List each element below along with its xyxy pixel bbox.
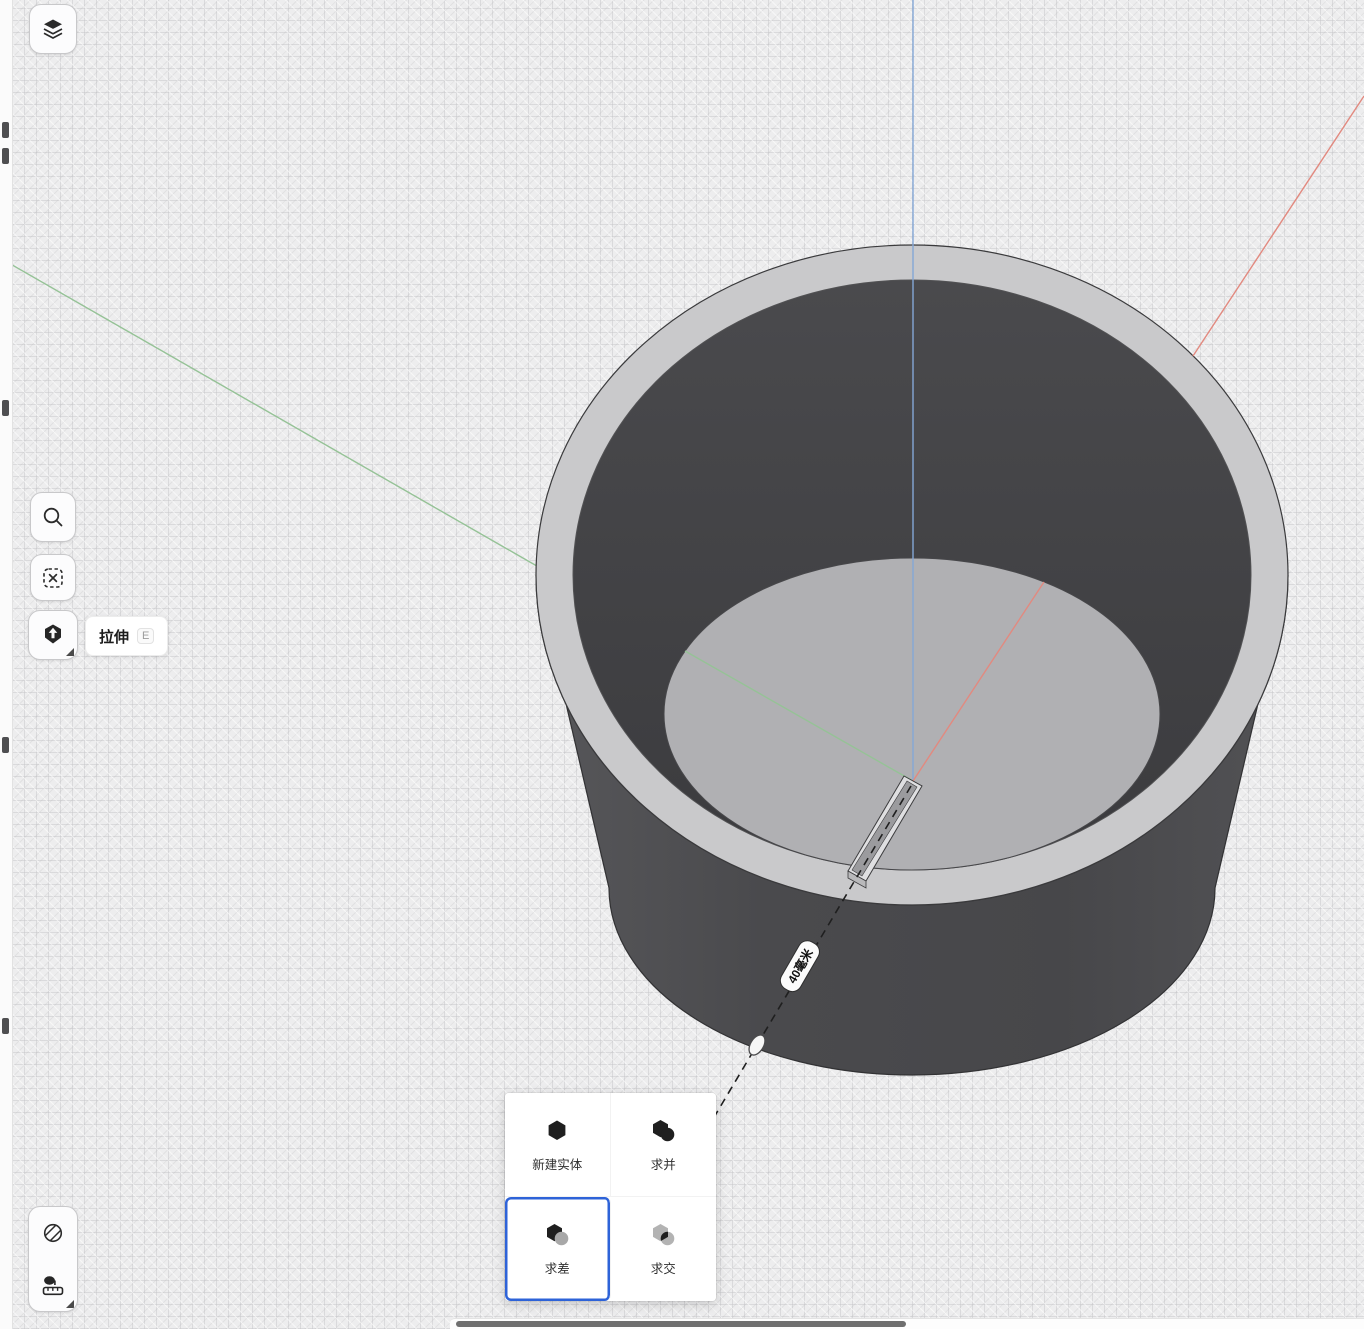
boolean-operation-menu: 新建实体 求并 求差 求交	[505, 1093, 716, 1301]
bottom-tool-group	[28, 1206, 78, 1312]
shortcut-key: E	[137, 628, 154, 644]
subtract-icon	[542, 1221, 572, 1249]
strip-tick	[2, 400, 9, 416]
flyout-corner-icon	[66, 1300, 74, 1308]
cylinder-body[interactable]	[536, 245, 1288, 1075]
option-subtract[interactable]: 求差	[505, 1197, 611, 1301]
measure-tape-icon	[40, 1272, 66, 1298]
viewport[interactable]: 40毫米	[0, 0, 1364, 1329]
option-union[interactable]: 求并	[611, 1093, 717, 1197]
layers-button[interactable]	[29, 4, 77, 54]
option-label: 求差	[545, 1258, 570, 1277]
intersect-icon	[648, 1221, 678, 1249]
strip-tick	[2, 1018, 9, 1034]
strip-tick	[2, 122, 9, 138]
scrollbar-thumb[interactable]	[456, 1321, 906, 1327]
section-hatch-icon	[40, 1220, 66, 1246]
option-new-body[interactable]: 新建实体	[505, 1093, 611, 1197]
option-label: 求并	[651, 1154, 676, 1173]
cylinder-floor[interactable]	[664, 558, 1160, 870]
zoom-button[interactable]	[30, 492, 76, 542]
extrude-tool-label: 拉伸 E	[85, 616, 168, 656]
option-label: 新建实体	[532, 1154, 582, 1173]
deselect-button[interactable]	[30, 554, 76, 601]
tool-name: 拉伸	[99, 626, 129, 647]
strip-tick	[2, 148, 9, 164]
section-button[interactable]	[29, 1207, 77, 1259]
measure-button[interactable]	[29, 1259, 77, 1311]
layers-icon	[40, 16, 66, 42]
collapsed-panel-strip[interactable]	[0, 0, 13, 1329]
x-axis	[1193, 96, 1364, 356]
extrude-icon	[40, 622, 66, 648]
union-icon	[648, 1117, 678, 1145]
strip-tick	[2, 737, 9, 753]
horizontal-scrollbar[interactable]	[450, 1318, 1364, 1329]
deselect-icon	[40, 565, 66, 591]
option-label: 求交	[651, 1258, 676, 1277]
extrude-button[interactable]	[28, 610, 78, 660]
y-axis	[0, 258, 549, 573]
new-body-icon	[542, 1117, 572, 1145]
magnifier-icon	[40, 504, 66, 530]
option-intersect[interactable]: 求交	[611, 1197, 717, 1301]
flyout-corner-icon	[66, 648, 74, 656]
